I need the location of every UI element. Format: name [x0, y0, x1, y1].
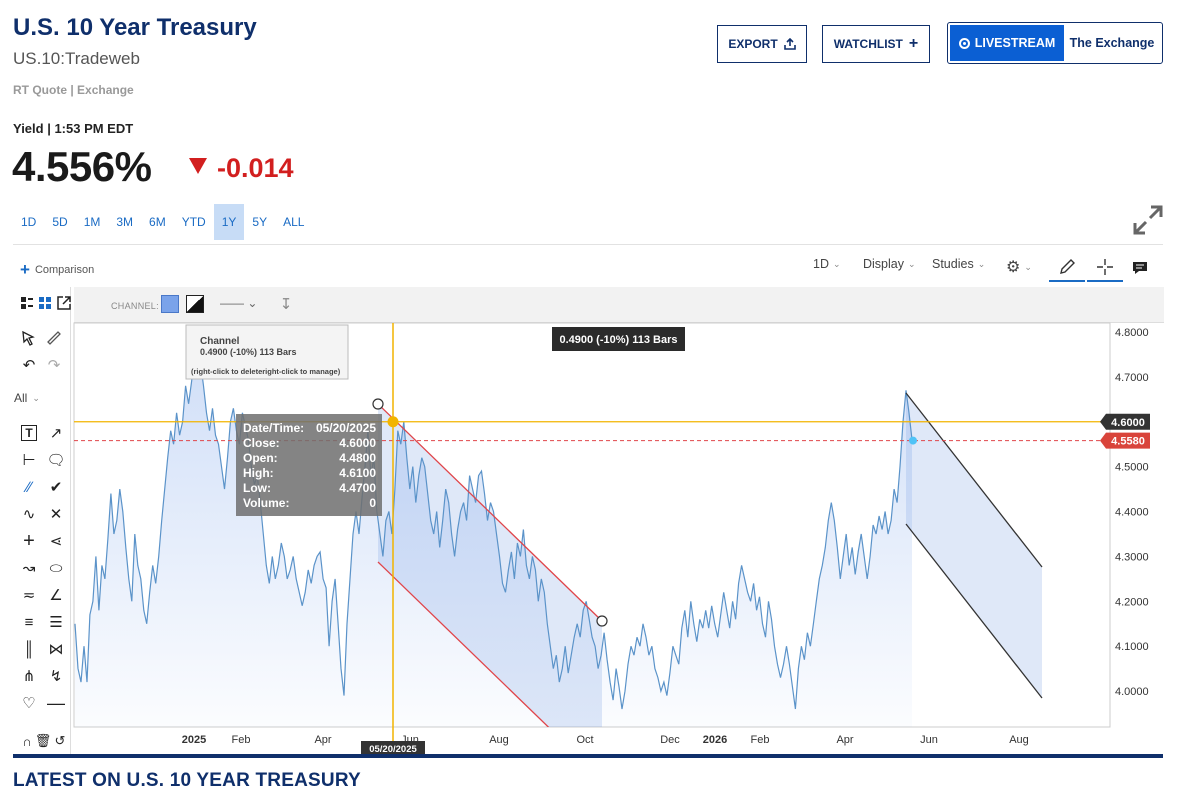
last-price-point: [909, 436, 917, 445]
latest-news-heading: LATEST ON U.S. 10 YEAR TREASURY: [13, 770, 361, 791]
y-tick-label: 4.3000: [1115, 551, 1149, 563]
x-tick-label: 2025: [182, 734, 206, 746]
x-tick-label: Feb: [232, 734, 251, 746]
tooltip-key: Date/Time:: [243, 421, 304, 435]
channel-handle[interactable]: [372, 398, 384, 410]
tooltip-key: Low:: [243, 481, 271, 495]
x-tick-label: Apr: [314, 734, 331, 746]
x-tick-label: Apr: [836, 734, 853, 746]
channel-handle[interactable]: [596, 615, 608, 627]
channel-popup[interactable]: Channel0.4900 (-10%) 113 Bars (right-clic…: [185, 324, 349, 380]
y-tick-label: 4.8000: [1115, 327, 1149, 339]
y-tick-label: 4.0000: [1115, 686, 1149, 698]
tooltip-value: 0: [369, 496, 376, 510]
y-tick-label: 4.1000: [1115, 641, 1149, 653]
tooltip-value: 4.4700: [339, 481, 376, 495]
x-tick-label: 2026: [703, 734, 727, 746]
y-badge-crosshair-text: 4.6000: [1111, 417, 1145, 429]
y-tick-label: 4.2000: [1115, 596, 1149, 608]
y-badge-last-text: 4.5580: [1111, 436, 1145, 448]
tooltip-key: Close:: [243, 436, 280, 450]
yield-chart[interactable]: 4.8000 4.7000 4.6000 4.5000 4.4000 4.3000 4.20…: [0, 0, 1200, 794]
y-tick-label: 4.5000: [1115, 462, 1149, 474]
crosshair-point: [387, 416, 399, 428]
x-tick-label: Jun: [920, 734, 938, 746]
tooltip-value: 4.6000: [339, 436, 376, 450]
y-tick-label: 4.7000: [1115, 372, 1149, 384]
channel-popup-text: Channel: [200, 336, 240, 347]
x-tick-label: Feb: [751, 734, 770, 746]
x-date-badge: 05/20/2025: [361, 741, 425, 755]
channel-popup-text: (right-click to deleteright-click to man…: [191, 367, 341, 376]
tooltip-value: 4.4800: [339, 451, 376, 465]
y-tick-label: 4.4000: [1115, 507, 1149, 519]
x-tick-label: Aug: [1009, 734, 1029, 746]
x-tick-label: Dec: [660, 734, 680, 746]
x-tick-label: Aug: [489, 734, 509, 746]
tooltip-value: 4.6100: [339, 466, 376, 480]
tooltip-key: High:: [243, 466, 274, 480]
y-badge-last: 4.5580: [1100, 432, 1150, 449]
channel-measure-badge-text: 0.4900 (-10%) 113 Bars: [559, 334, 677, 346]
tooltip-key: Open:: [243, 451, 278, 465]
channel-measure-badge: 0.4900 (-10%) 113 Bars: [552, 327, 685, 351]
section-divider: [13, 754, 1163, 758]
y-badge-crosshair: 4.6000: [1100, 413, 1150, 430]
tooltip-key: Volume:: [243, 496, 289, 510]
x-tick-label: Oct: [576, 734, 593, 746]
channel-popup-text: 0.4900 (-10%) 113 Bars: [200, 347, 297, 357]
tooltip-value: 05/20/2025: [316, 421, 376, 435]
data-tooltip: Date/Time: 05/20/2025 Close: 4.6000 Open: 4.4…: [236, 414, 382, 516]
